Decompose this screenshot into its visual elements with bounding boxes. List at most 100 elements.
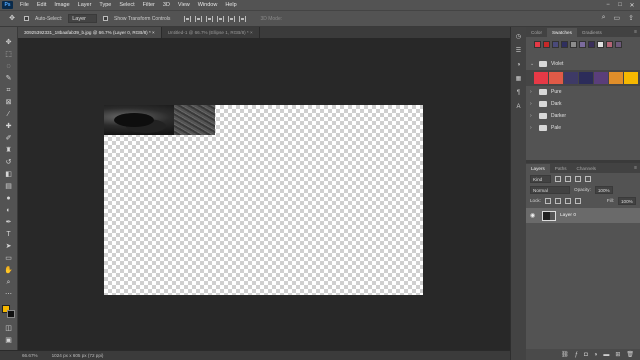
swatch[interactable]	[564, 72, 578, 84]
tab-color[interactable]: Color	[526, 28, 547, 37]
filter-type-icon[interactable]	[575, 175, 582, 182]
tab-document-2[interactable]: Untitled-1 @ 66.7% (Ellipse 1, RGB/8) * …	[162, 27, 260, 38]
menu-window[interactable]: Window	[194, 0, 222, 10]
tab-layers[interactable]: Layers	[526, 164, 550, 173]
align-left-icon[interactable]	[184, 15, 192, 22]
swatch[interactable]	[615, 41, 622, 48]
properties-icon[interactable]: ☰	[514, 47, 523, 56]
tab-close-icon[interactable]: ×	[152, 30, 155, 35]
swatch[interactable]	[597, 41, 604, 48]
lock-all-icon[interactable]	[574, 197, 581, 204]
panel-menu-icon[interactable]: ≡	[634, 28, 640, 37]
chevron-down-icon[interactable]: ⌄	[530, 61, 535, 67]
link-layers-icon[interactable]: ⛓	[561, 351, 569, 358]
menu-help[interactable]: Help	[221, 0, 240, 10]
layer-name[interactable]: Layer 0	[560, 213, 576, 218]
paragraph-icon[interactable]: ¶	[514, 89, 523, 98]
menu-view[interactable]: View	[174, 0, 194, 10]
search-icon[interactable]: ⌕	[602, 14, 606, 22]
quick-select-tool-icon[interactable]: ✎	[3, 73, 15, 83]
quick-mask-icon[interactable]: ◫	[3, 323, 15, 333]
chevron-right-icon[interactable]: ›	[530, 113, 535, 119]
group-icon[interactable]: ▬	[603, 352, 609, 358]
adjustments-icon[interactable]: ◑	[514, 61, 523, 70]
auto-select-dropdown[interactable]: Layer	[68, 14, 98, 23]
clone-stamp-tool-icon[interactable]: ♜	[3, 145, 15, 155]
swatch[interactable]	[606, 41, 613, 48]
auto-select-checkbox[interactable]	[24, 16, 29, 21]
menu-filter[interactable]: Filter	[139, 0, 159, 10]
menu-image[interactable]: Image	[50, 0, 73, 10]
tab-swatches[interactable]: Swatches	[546, 28, 577, 37]
history-brush-tool-icon[interactable]: ↺	[3, 157, 15, 167]
blend-mode-dropdown[interactable]: Normal	[530, 185, 570, 194]
blur-tool-icon[interactable]: ●	[3, 193, 15, 203]
dodge-tool-icon[interactable]: ◐	[3, 205, 15, 215]
document-info[interactable]: 1024 px x 605 px (72 ppi)	[52, 353, 104, 358]
background-color[interactable]	[6, 310, 15, 318]
filter-kind-dropdown[interactable]: Kind	[530, 174, 552, 183]
swatch-folder-pale[interactable]: › Pale	[526, 122, 640, 134]
swatch[interactable]	[588, 41, 595, 48]
document-canvas[interactable]	[104, 105, 423, 295]
menu-edit[interactable]: Edit	[33, 0, 50, 10]
fx-icon[interactable]: ƒ	[575, 352, 578, 358]
workspace-icon[interactable]: ▭	[614, 14, 621, 22]
swatch-folder-pure[interactable]: › Pure	[526, 86, 640, 98]
menu-type[interactable]: Type	[95, 0, 115, 10]
shape-tool-icon[interactable]: ▭	[3, 253, 15, 263]
fill-field[interactable]: 100%	[618, 196, 636, 205]
panel-menu-icon[interactable]: ≡	[634, 164, 640, 173]
swatch[interactable]	[570, 41, 577, 48]
align-right-icon[interactable]	[206, 15, 214, 22]
chevron-right-icon[interactable]: ›	[530, 125, 535, 131]
transform-controls-checkbox[interactable]	[103, 16, 109, 21]
swatch[interactable]	[549, 72, 563, 84]
pen-tool-icon[interactable]: ✒	[3, 217, 15, 227]
swatch[interactable]	[579, 41, 586, 48]
color-swatches[interactable]	[1, 305, 16, 321]
lock-position-icon[interactable]	[564, 197, 571, 204]
libraries-icon[interactable]: ▦	[514, 75, 523, 84]
hand-tool-icon[interactable]: ✋	[3, 265, 15, 275]
tab-paths[interactable]: Paths	[550, 164, 572, 173]
lock-transparent-icon[interactable]	[544, 197, 551, 204]
trash-icon[interactable]: 🗑	[626, 351, 634, 358]
adjustment-layer-icon[interactable]: ◑	[594, 352, 598, 358]
history-icon[interactable]: ◷	[514, 33, 523, 42]
swatch[interactable]	[552, 41, 559, 48]
minimize-icon[interactable]: −	[602, 2, 614, 8]
brush-tool-icon[interactable]: ✐	[3, 133, 15, 143]
eyedropper-tool-icon[interactable]: ⁄	[3, 109, 15, 119]
menu-file[interactable]: File	[16, 0, 33, 10]
swatch-folder-dark[interactable]: › Dark	[526, 98, 640, 110]
filter-adjustment-icon[interactable]	[565, 175, 572, 182]
eraser-tool-icon[interactable]: ◧	[3, 169, 15, 179]
lock-pixels-icon[interactable]	[554, 197, 561, 204]
tab-channels[interactable]: Channels	[572, 164, 601, 173]
swatch[interactable]	[609, 72, 623, 84]
swatch-folder-darker[interactable]: › Darker	[526, 110, 640, 122]
swatch[interactable]	[579, 72, 593, 84]
path-select-tool-icon[interactable]: ➤	[3, 241, 15, 251]
new-layer-icon[interactable]: ⊞	[615, 351, 620, 358]
align-center-icon[interactable]	[195, 15, 203, 22]
swatch[interactable]	[594, 72, 608, 84]
chevron-right-icon[interactable]: ›	[530, 101, 535, 107]
swatch[interactable]	[624, 72, 638, 84]
align-middle-icon[interactable]	[228, 15, 236, 22]
canvas-area[interactable]	[18, 38, 510, 350]
more-tools-icon[interactable]: ⋯	[3, 289, 15, 299]
marquee-tool-icon[interactable]: ⬚	[3, 49, 15, 59]
frame-tool-icon[interactable]: ⊠	[3, 97, 15, 107]
screen-mode-icon[interactable]: ▣	[3, 335, 15, 345]
filter-pixel-icon[interactable]	[555, 175, 562, 182]
type-tool-icon[interactable]: T	[3, 229, 15, 239]
share-icon[interactable]: ⇪	[628, 14, 634, 22]
crop-tool-icon[interactable]: ⌗	[3, 85, 15, 95]
tab-close-icon[interactable]: ×	[250, 30, 253, 35]
menu-select[interactable]: Select	[115, 0, 138, 10]
swatch[interactable]	[543, 41, 550, 48]
menu-3d[interactable]: 3D	[159, 0, 174, 10]
menu-layer[interactable]: Layer	[74, 0, 96, 10]
